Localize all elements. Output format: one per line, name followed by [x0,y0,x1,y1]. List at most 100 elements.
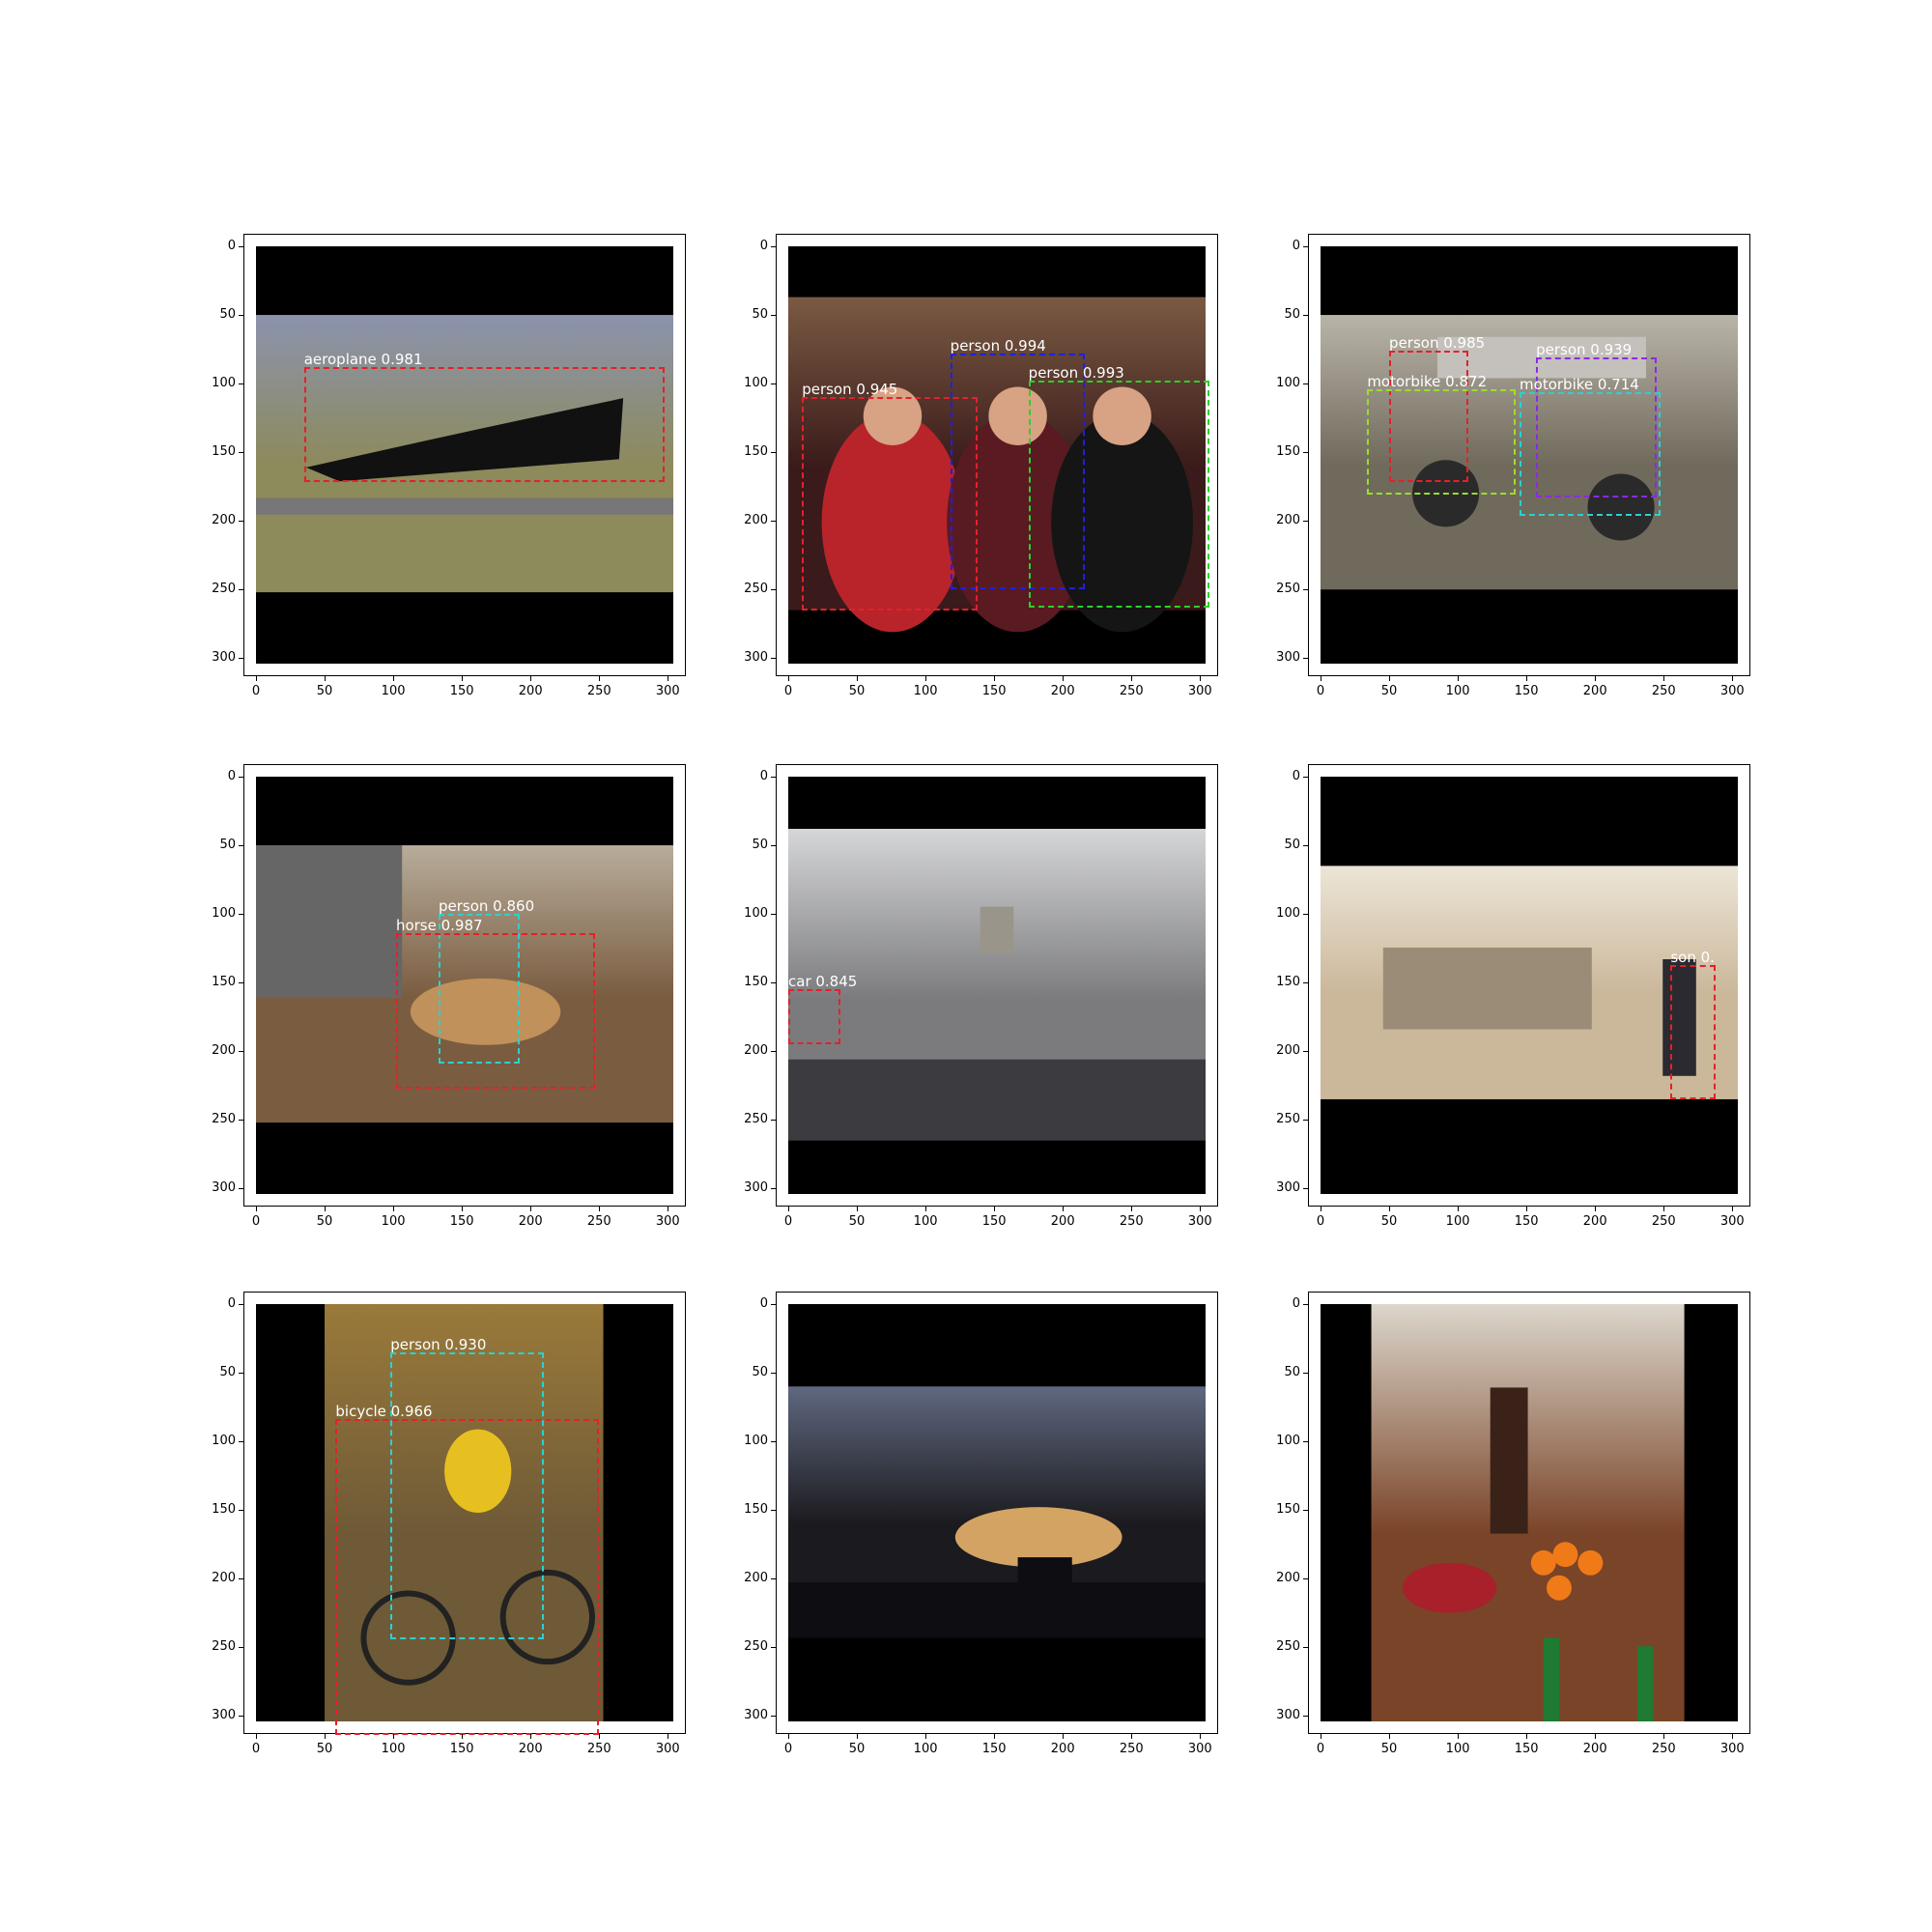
detection-label: motorbike 0.714 [1520,375,1639,393]
detection-label: person 0.994 [950,336,1046,355]
y-tick-mark [771,1441,776,1443]
x-tick-label: 200 [518,684,543,698]
x-tick-label: 100 [1445,1742,1470,1756]
x-tick-label: 150 [449,1214,474,1229]
y-tick-mark [1303,1051,1308,1053]
y-tick-label: 250 [212,1639,236,1655]
y-tick-mark [771,246,776,247]
x-tick-label: 0 [783,684,793,698]
y-tick-label: 100 [744,1434,768,1449]
x-tick-label: 50 [848,1214,866,1229]
y-tick-label: 300 [744,1180,768,1196]
y-tick-label: 200 [212,1571,236,1586]
y-tick-label: 100 [212,1434,236,1449]
x-tick-label: 200 [518,1214,543,1229]
detection-label: car 0.845 [788,973,858,991]
x-tick-mark [256,1734,257,1739]
green-bottle-1 [1543,1637,1559,1721]
detection-box [1670,964,1717,1099]
y-tick-mark [239,521,243,523]
x-tick-mark [1663,676,1665,681]
y-tick-mark [239,845,243,847]
x-tick-label: 50 [1380,1214,1398,1229]
x-tick-label: 200 [1050,1742,1075,1756]
x-tick-mark [1200,1734,1202,1739]
x-tick-label: 200 [1050,684,1075,698]
x-tick-mark [325,676,327,681]
y-tick-label: 100 [744,376,768,391]
y-tick-mark [239,1304,243,1305]
detection-box [788,989,840,1045]
y-tick-label: 250 [212,1112,236,1127]
x-tick-label: 50 [316,1214,333,1229]
x-tick-label: 150 [1514,684,1539,698]
y-tick-mark [771,982,776,984]
x-tick-label: 300 [1719,684,1745,698]
detection-label: person 0.930 [390,1335,487,1353]
x-tick-mark [1458,1207,1460,1211]
y-tick-mark [771,1578,776,1580]
y-tick-label: 200 [744,513,768,528]
y-tick-mark [771,914,776,916]
x-tick-label: 100 [913,1214,938,1229]
y-tick-label: 0 [227,1296,236,1311]
x-tick-label: 100 [1445,684,1470,698]
x-tick-mark [462,1734,464,1739]
y-tick-label: 300 [744,650,768,666]
x-tick-label: 150 [981,1214,1007,1229]
x-tick-label: 100 [913,1742,938,1756]
y-tick-label: 200 [1276,1043,1300,1059]
detection-box [395,933,595,1089]
image-panel-3: person 0.985 person 0.939 motorbike 0.872 m… [1276,234,1750,698]
y-tick-mark [771,1647,776,1649]
x-tick-mark [256,1207,257,1211]
x-tick-label: 250 [1651,1742,1676,1756]
y-tick-mark [771,1716,776,1718]
orange-2 [1577,1549,1604,1576]
x-tick-label: 200 [518,1742,543,1756]
y-tick-label: 100 [744,906,768,922]
x-tick-label: 0 [783,1214,793,1229]
x-tick-label: 50 [1380,1742,1398,1756]
image-panel-2: person 0.945 person 0.994 person 0.993 0 0 50… [744,234,1218,698]
barn-shape [256,845,403,998]
image-panel-7: person 0.930 bicycle 0.966 0 0 50 50 100 100 150… [212,1292,686,1756]
y-tick-label: 150 [1276,1502,1300,1518]
y-tick-mark [239,1120,243,1122]
y-tick-mark [1303,1188,1308,1190]
x-tick-label: 250 [1119,1742,1144,1756]
y-tick-mark [771,521,776,523]
scene-graphic [1321,1304,1738,1721]
x-tick-mark [788,676,789,681]
y-tick-label: 300 [744,1708,768,1723]
y-tick-label: 100 [1276,906,1300,922]
x-tick-mark [1732,1207,1734,1211]
photo-plot-area [788,1304,1206,1721]
detection-label: person 0.985 [1389,334,1486,352]
x-tick-label: 50 [316,1742,333,1756]
y-tick-label: 300 [1276,1180,1300,1196]
y-tick-label: 50 [219,1365,236,1380]
y-tick-label: 150 [212,975,236,990]
x-tick-label: 100 [381,1214,406,1229]
y-tick-label: 50 [1284,838,1300,853]
x-tick-label: 100 [381,684,406,698]
x-tick-mark [393,1734,395,1739]
y-tick-label: 100 [212,906,236,922]
x-tick-label: 250 [1119,684,1144,698]
y-tick-label: 200 [744,1043,768,1059]
y-tick-label: 200 [212,513,236,528]
y-tick-mark [1303,1510,1308,1512]
x-tick-label: 100 [1445,1214,1470,1229]
x-tick-label: 200 [1582,1214,1607,1229]
x-tick-mark [857,1734,859,1739]
dashboard-shape [788,1059,1206,1141]
y-tick-mark [1303,982,1308,984]
x-tick-mark [1389,1207,1391,1211]
y-tick-label: 250 [1276,1112,1300,1127]
arch-shape [980,906,1014,954]
y-tick-label: 250 [1276,1639,1300,1655]
x-tick-mark [1732,676,1734,681]
image-panel-1: aeroplane 0.981 0 0 50 50 100 100 150 150 200 200 2… [212,234,686,698]
x-tick-mark [1389,1734,1391,1739]
